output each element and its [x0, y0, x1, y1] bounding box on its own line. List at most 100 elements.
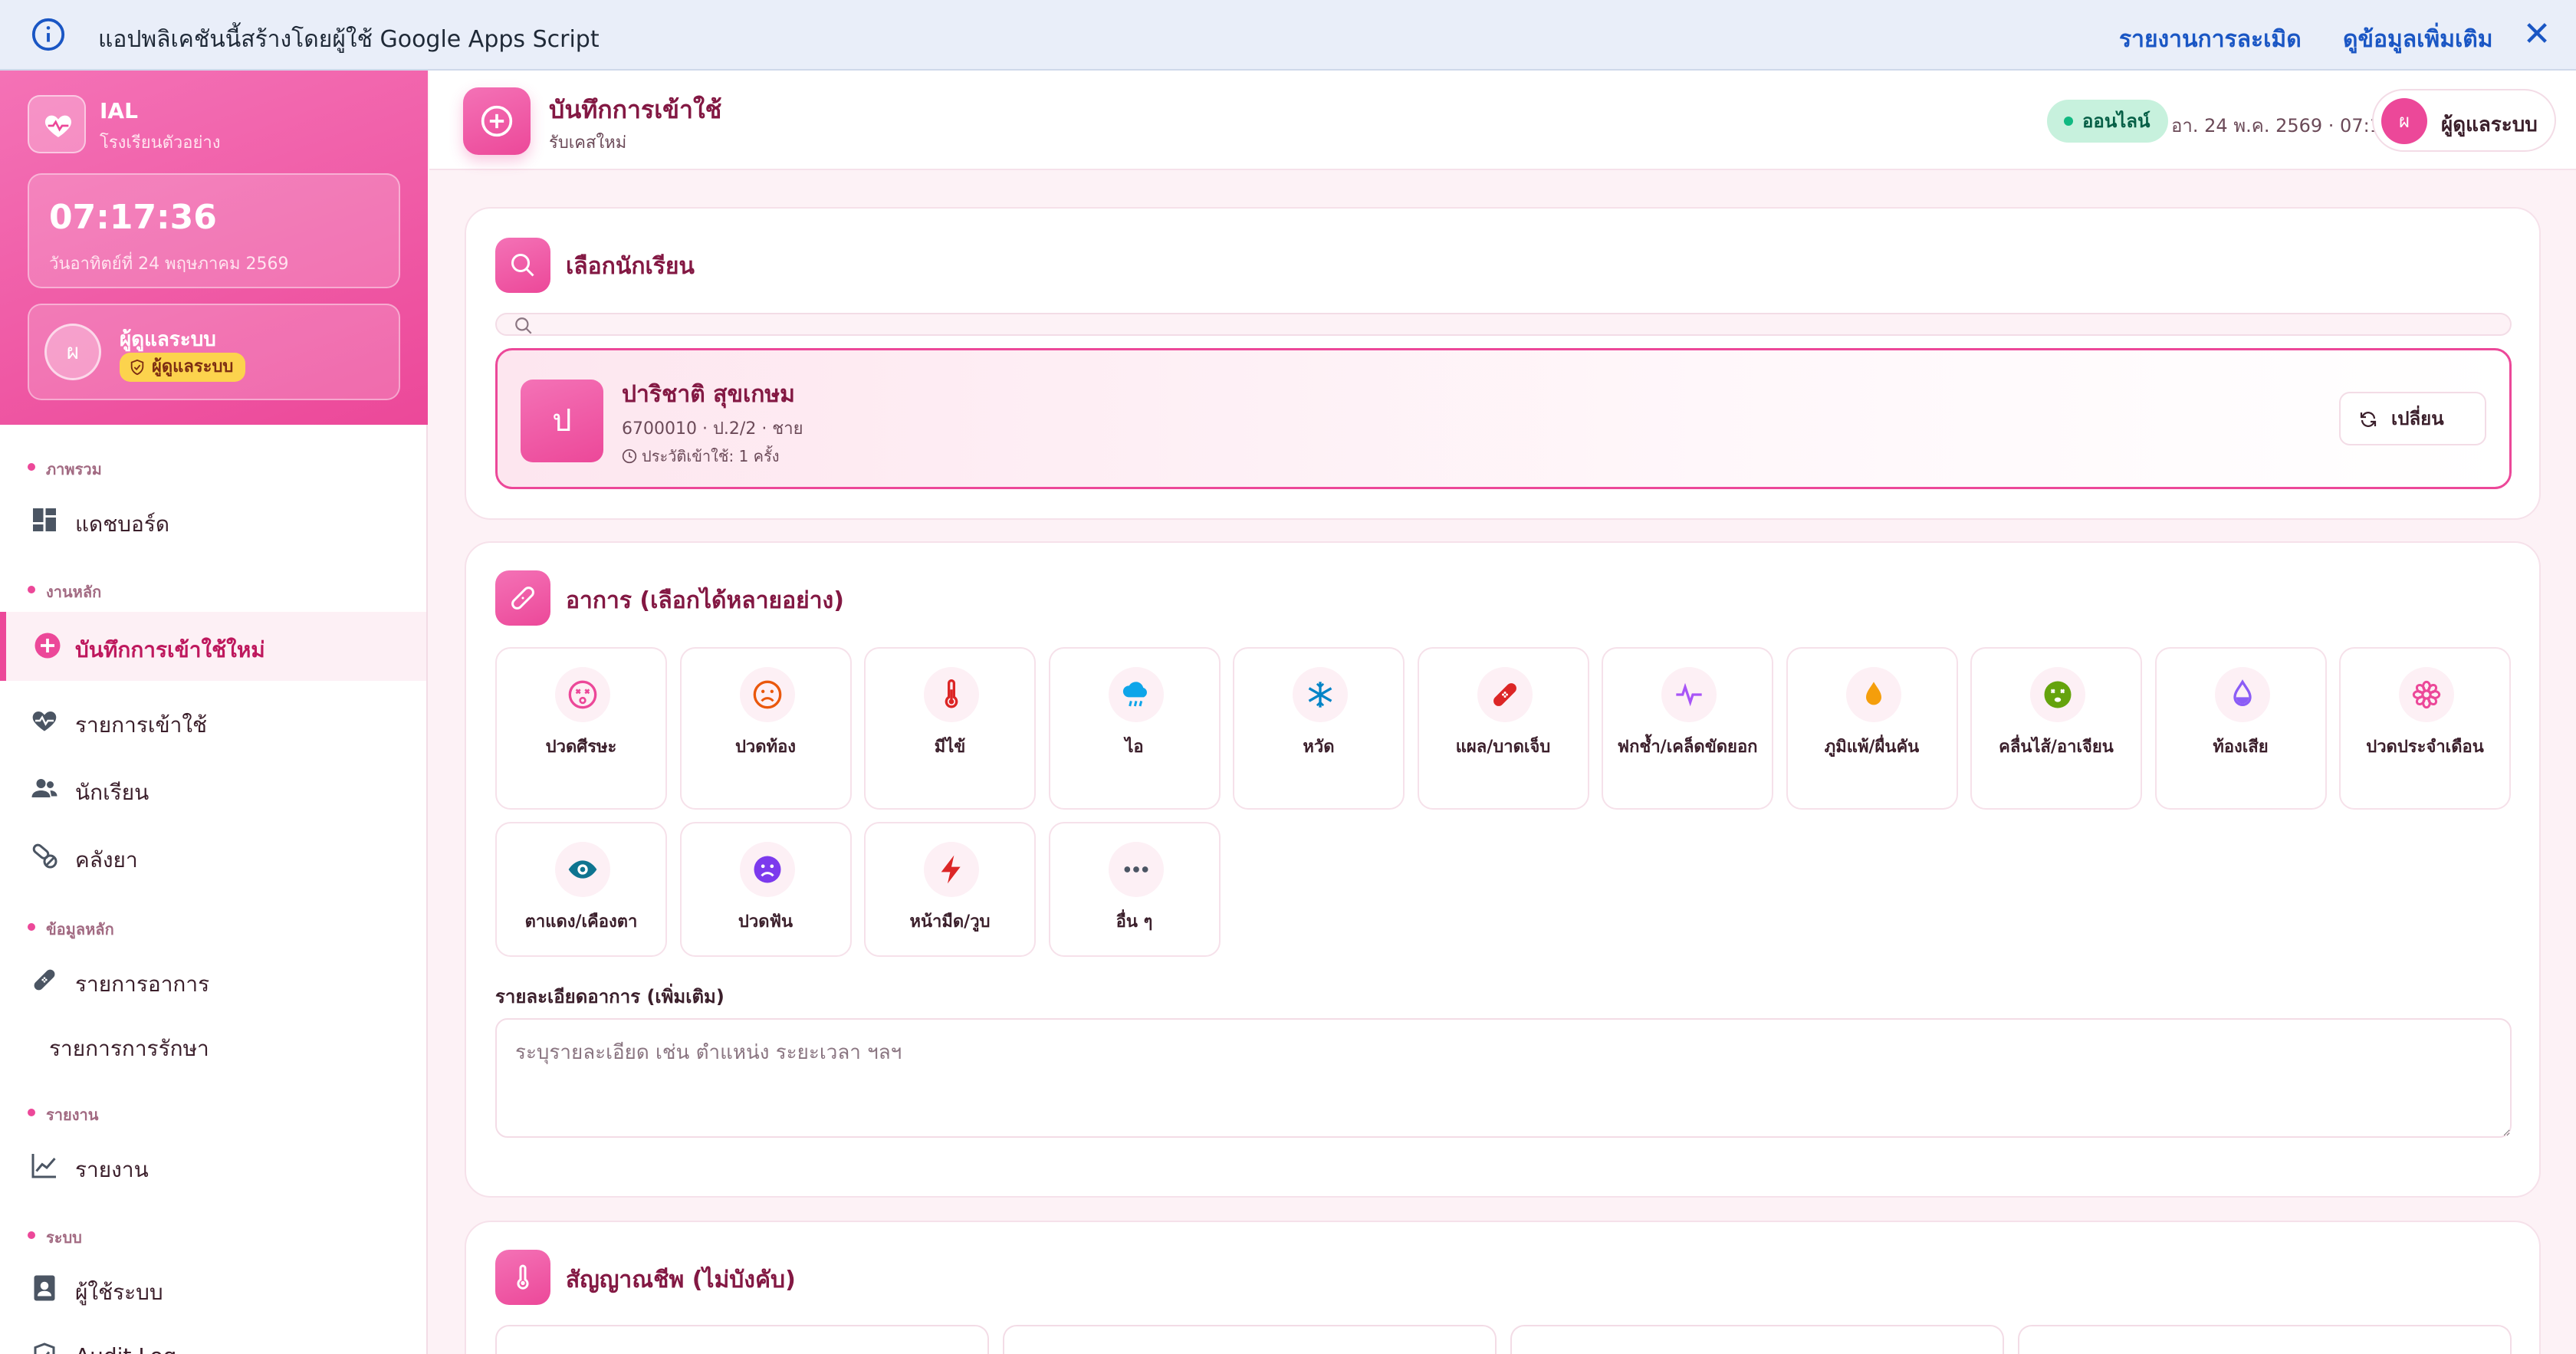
- sidebar-item-label: Audit Log: [75, 1343, 176, 1354]
- sidebar-item-visits[interactable]: รายการเข้าใช้: [0, 690, 426, 751]
- user-name: ผู้ดูแลระบบ: [2441, 113, 2538, 136]
- chart-line-icon: [31, 1154, 56, 1178]
- sidebar-item-students[interactable]: นักเรียน: [0, 758, 426, 819]
- symptom-option[interactable]: ท้องเสีย: [2154, 647, 2327, 810]
- nav-section-main: งานหลัก: [28, 580, 101, 604]
- sidebar-item-users[interactable]: ผู้ใช้ระบบ: [0, 1257, 426, 1319]
- symptom-label: ไอ: [1125, 738, 1144, 757]
- shield-icon: [130, 359, 144, 376]
- sidebar-item-label: รายการการรักษา: [49, 1036, 209, 1061]
- sidebar-item-treatments[interactable]: รายการการรักษา: [0, 1014, 426, 1075]
- sidebar-item-audit-log[interactable]: Audit Log: [0, 1325, 426, 1354]
- student-search-input[interactable]: [495, 313, 2512, 336]
- sidebar-user-panel: ผ ผู้ดูแลระบบ ผู้ดูแลระบบ: [28, 304, 400, 400]
- search-icon: [495, 238, 550, 293]
- sidebar-item-dashboard[interactable]: แดชบอร์ด: [0, 489, 426, 550]
- symptom-option[interactable]: ปวดฟัน: [679, 822, 852, 957]
- bandage-icon: [1477, 667, 1533, 722]
- clock-icon: [622, 449, 637, 464]
- sidebar-item-label: รายการอาการ: [75, 971, 210, 997]
- sidebar-item-label: นักเรียน: [75, 780, 150, 805]
- sidebar-item-reports[interactable]: รายงาน: [0, 1135, 426, 1196]
- banner-text: แอปพลิเคชันนี้สร้างโดยผู้ใช้ Google Apps…: [98, 26, 600, 53]
- nav-section-system: ระบบ: [28, 1225, 82, 1250]
- sidebar-item-new-visit[interactable]: บันทึกการเข้าใช้ใหม่: [0, 612, 426, 681]
- symptom-option[interactable]: หน้ามืด/วูบ: [864, 822, 1036, 957]
- status-badge: ออนไลน์: [2047, 100, 2169, 143]
- symptom-label: ฟกช้ำ/เคล็ดขัดยอก: [1617, 738, 1758, 757]
- symptom-option[interactable]: ปวดท้อง: [679, 647, 852, 810]
- symptom-label: ปวดฟัน: [738, 912, 794, 932]
- pulse-icon: [1661, 667, 1717, 722]
- thermometer-icon: [924, 667, 979, 722]
- report-abuse-link[interactable]: รายงานการละเมิด: [2119, 21, 2302, 58]
- sidebar-item-label: รายการเข้าใช้: [75, 712, 207, 738]
- sidebar-item-pharmacy[interactable]: คลังยา: [0, 825, 426, 886]
- symptom-detail-label: รายละเอียดอาการ (เพิ่มเติม): [495, 986, 724, 1007]
- symptom-label: คลื่นไส้/อาเจียน: [1999, 738, 2114, 757]
- card-title: สัญญาณชีพ (ไม่บังคับ): [566, 1267, 796, 1293]
- snowflake-icon: [1293, 667, 1348, 722]
- sidebar-item-label: แดชบอร์ด: [75, 511, 170, 537]
- user-badge-icon: [34, 1275, 55, 1301]
- symptom-label: หวัด: [1303, 738, 1335, 757]
- heart-pulse-icon: [28, 95, 86, 153]
- symptom-label: หน้ามืด/วูบ: [909, 912, 991, 932]
- sidebar-item-label: รายงาน: [75, 1157, 149, 1182]
- change-student-button[interactable]: เปลี่ยน: [2339, 392, 2486, 445]
- page-subtitle: รับเคสใหม่: [549, 133, 627, 153]
- bandage-icon: [495, 570, 550, 626]
- plus-circle-icon: [34, 633, 61, 659]
- vital-field[interactable]: [2018, 1325, 2512, 1354]
- nav-section-overview: ภาพรวม: [28, 457, 102, 481]
- nauseous-face-icon: [2030, 667, 2085, 722]
- close-banner-button[interactable]: ✕: [2518, 15, 2556, 54]
- clock-panel: 07:17:36 วันอาทิตย์ที่ 24 พฤษภาคม 2569: [28, 173, 400, 288]
- vital-field[interactable]: [495, 1325, 989, 1354]
- symptom-option[interactable]: ภูมิแพ้/ผื่นคัน: [1786, 647, 1958, 810]
- sidebar-item-label: ผู้ใช้ระบบ: [75, 1280, 163, 1305]
- symptom-label: แผล/บาดเจ็บ: [1455, 738, 1551, 757]
- symptom-label: ปวดประจำเดือน: [2366, 738, 2484, 757]
- brand-name: IAL: [100, 98, 138, 123]
- sidebar-item-label: บันทึกการเข้าใช้ใหม่: [75, 637, 265, 662]
- symptoms-card: อาการ (เลือกได้หลายอย่าง) ปวดศีรษะ ปวดท้อ…: [465, 541, 2541, 1198]
- nav-section-reports: รายงาน: [28, 1103, 98, 1127]
- selected-student: ป ปาริชาติ สุขเกษม 6700010 · ป.2/2 · ชาย…: [495, 348, 2512, 489]
- nav-section-master-data: ข้อมูลหลัก: [28, 917, 114, 942]
- learn-more-link[interactable]: ดูข้อมูลเพิ่มเติม: [2343, 21, 2492, 58]
- symptom-option[interactable]: คลื่นไส้/อาเจียน: [1970, 647, 2142, 810]
- thermometer-icon: [495, 1250, 550, 1305]
- symptom-option[interactable]: ปวดศีรษะ: [495, 647, 667, 810]
- symptom-option[interactable]: ไอ: [1048, 647, 1221, 810]
- sidebar-item-symptoms[interactable]: รายการอาการ: [0, 949, 426, 1011]
- student-avatar: ป: [521, 380, 603, 462]
- avatar: ผ: [2381, 98, 2427, 144]
- symptom-option[interactable]: หวัด: [1233, 647, 1405, 810]
- eye-icon: [555, 842, 610, 897]
- symptom-label: ปวดศีรษะ: [545, 738, 617, 757]
- card-title: เลือกนักเรียน: [566, 253, 695, 280]
- card-title: อาการ (เลือกได้หลายอย่าง): [566, 587, 844, 614]
- user-menu-button[interactable]: ผ ผู้ดูแลระบบ: [2372, 89, 2556, 152]
- vitals-card: สัญญาณชีพ (ไม่บังคับ): [465, 1221, 2541, 1354]
- symptom-option[interactable]: แผล/บาดเจ็บ: [1417, 647, 1589, 810]
- symptom-option[interactable]: อื่น ๆ: [1048, 822, 1221, 957]
- symptom-option[interactable]: ปวดประจำเดือน: [2339, 647, 2511, 810]
- role-badge: ผู้ดูแลระบบ: [120, 353, 246, 382]
- avatar: ผ: [44, 324, 101, 380]
- symptom-detail-textarea[interactable]: [495, 1018, 2512, 1138]
- heartbeat-icon: [32, 712, 57, 731]
- frown-face-icon: [739, 667, 795, 722]
- search-icon: [515, 317, 532, 334]
- symptom-label: ภูมิแพ้/ผื่นคัน: [1824, 738, 1920, 757]
- sad-face-icon: [739, 842, 795, 897]
- symptom-option[interactable]: มีไข้: [864, 647, 1036, 810]
- symptom-label: ตาแดง/เคืองตา: [524, 912, 638, 932]
- vital-field[interactable]: [1510, 1325, 2004, 1354]
- cloud-rain-icon: [1108, 667, 1164, 722]
- vital-field[interactable]: [1003, 1325, 1497, 1354]
- symptom-option[interactable]: ตาแดง/เคืองตา: [495, 822, 667, 957]
- symptom-option[interactable]: ฟกช้ำ/เคล็ดขัดยอก: [1602, 647, 1773, 810]
- student-name: ปาริชาติ สุขเกษม: [622, 381, 795, 408]
